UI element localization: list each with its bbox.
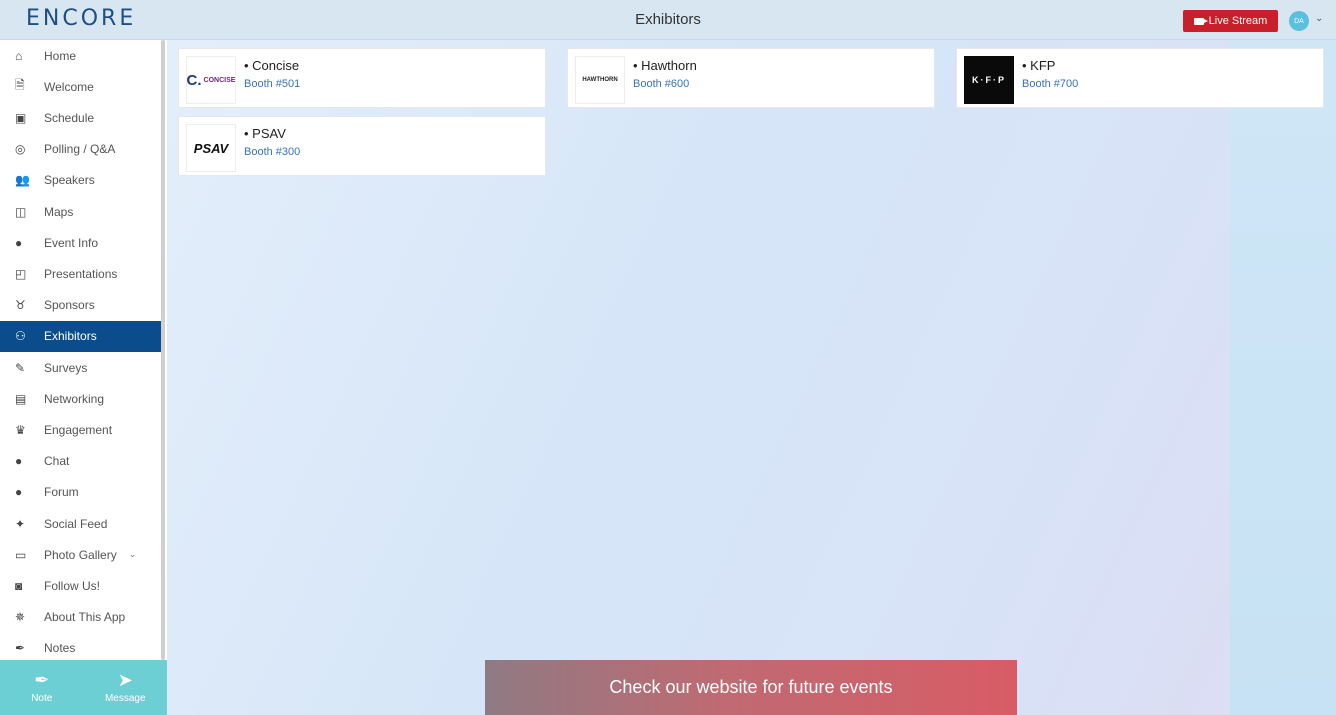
crown-icon: ♛ xyxy=(15,422,26,437)
medal-icon: ♉ xyxy=(15,298,26,313)
pen-icon: ✒ xyxy=(15,641,26,656)
sidebar-item-chat[interactable]: ● Chat xyxy=(0,446,163,477)
binoculars-icon: ⚇ xyxy=(15,329,26,344)
file-icon: ◰ xyxy=(15,266,27,281)
note-label: Note xyxy=(31,693,53,704)
sidebar-item-label: Exhibitors xyxy=(44,329,97,344)
exhibitor-name: • KFP xyxy=(1022,58,1056,73)
sidebar-item-label: Polling / Q&A xyxy=(44,142,116,157)
exhibitor-name: • Concise xyxy=(244,58,300,73)
sidebar-item-polling-q-a[interactable]: ◎ Polling / Q&A xyxy=(0,134,163,165)
twitter-icon: ✦ xyxy=(15,516,26,531)
top-header: ENCORE Exhibitors Live Stream DA ⌄ xyxy=(0,0,1336,40)
sidebar-item-label: Schedule xyxy=(44,110,95,125)
sidebar-item-follow-us[interactable]: ◙ Follow Us! xyxy=(0,570,163,601)
info-icon: ● xyxy=(15,235,23,250)
sidebar-item-label: Presentations xyxy=(44,266,118,281)
sidebar-item-label: Social Feed xyxy=(44,516,108,531)
sidebar-item-networking[interactable]: ▤ Networking xyxy=(0,383,163,414)
main-content: C. CONCISE • Concise Booth #501 HAWTHORN … xyxy=(167,40,1336,715)
sidebar-item-surveys[interactable]: ✎ Surveys xyxy=(0,352,163,383)
users-icon: 👥 xyxy=(15,173,30,188)
bottom-action-bar: ✒ Note ➤ Message xyxy=(0,660,167,715)
future-events-banner[interactable]: Check our website for future events xyxy=(485,660,1017,715)
sidebar-item-schedule[interactable]: ▣ Schedule xyxy=(0,102,163,133)
video-camera-icon xyxy=(1193,17,1208,25)
map-icon: ◫ xyxy=(15,204,27,219)
sidebar-item-presentations[interactable]: ◰ Presentations xyxy=(0,258,163,289)
exhibitor-booth[interactable]: Booth #501 xyxy=(244,78,300,90)
document-icon: 🗎 xyxy=(15,78,25,93)
forum-icon: ● xyxy=(15,485,23,500)
sidebar-item-speakers[interactable]: 👥 Speakers xyxy=(0,165,163,196)
sidebar-item-photo-gallery[interactable]: ▭ Photo Gallery ⌄ xyxy=(0,539,163,570)
sidebar-scrollbar[interactable] xyxy=(161,40,165,660)
sidebar-item-home[interactable]: ⌂ Home xyxy=(0,40,163,71)
calendar-icon: ▣ xyxy=(15,110,27,125)
right-strip xyxy=(1230,40,1336,715)
exhibitor-name: • PSAV xyxy=(244,126,286,141)
sidebar-item-label: Chat xyxy=(44,454,70,469)
sidebar-item-label: Surveys xyxy=(44,360,88,375)
page-title: Exhibitors xyxy=(635,11,701,28)
sidebar-item-exhibitors[interactable]: ⚇ Exhibitors xyxy=(0,320,163,352)
home-icon: ⌂ xyxy=(15,48,23,63)
sidebar-item-sponsors[interactable]: ♉ Sponsors xyxy=(0,290,163,321)
sidebar-item-welcome[interactable]: 🗎 Welcome xyxy=(0,71,163,102)
sidebar-item-label: Event Info xyxy=(44,235,99,250)
sidebar-item-label: Photo Gallery xyxy=(44,547,117,562)
sidebar-item-label: Networking xyxy=(44,391,105,406)
sidebar-item-label: Home xyxy=(44,48,77,63)
sidebar-item-event-info[interactable]: ● Event Info xyxy=(0,227,163,258)
sidebar-item-label: Engagement xyxy=(44,422,113,437)
sidebar-item-social-feed[interactable]: ✦ Social Feed xyxy=(0,508,163,539)
id-card-icon: ▤ xyxy=(15,391,27,406)
note-button[interactable]: ✒ Note xyxy=(0,660,84,715)
sidebar-item-label: Sponsors xyxy=(44,298,95,313)
monitor-icon: ▭ xyxy=(15,547,27,562)
concise-logo: C. CONCISE xyxy=(186,56,236,104)
sidebar-item-label: Forum xyxy=(44,485,79,500)
chevron-down-icon[interactable]: ⌄ xyxy=(129,549,137,560)
sidebar: ⌂ Home 🗎 Welcome ▣ Schedule ◎ Polling / Q&A 👥 Spe… xyxy=(0,40,167,715)
camera-icon: ◙ xyxy=(15,578,23,593)
kfp-logo: K·F·P xyxy=(964,56,1014,104)
psav-logo: PSAV xyxy=(186,124,236,172)
live-stream-label: Live Stream xyxy=(1208,15,1268,27)
sidebar-item-engagement[interactable]: ♛ Engagement xyxy=(0,414,163,445)
live-stream-button[interactable]: Live Stream xyxy=(1183,10,1278,32)
exhibitor-card-psav[interactable]: PSAV • PSAV Booth #300 xyxy=(178,116,546,176)
sidebar-item-maps[interactable]: ◫ Maps xyxy=(0,196,163,227)
sidebar-item-about-this-app[interactable]: ✵ About This App xyxy=(0,602,163,633)
hawthorn-logo: HAWTHORN xyxy=(575,56,625,104)
exhibitor-booth[interactable]: Booth #700 xyxy=(1022,78,1078,90)
chat-icon: ● xyxy=(15,454,23,469)
sidebar-item-forum[interactable]: ● Forum xyxy=(0,477,163,508)
sidebar-item-label: About This App xyxy=(44,610,126,625)
banner-text: Check our website for future events xyxy=(609,677,893,697)
avatar[interactable]: DA xyxy=(1289,11,1309,31)
exhibitor-booth[interactable]: Booth #600 xyxy=(633,78,689,90)
chevron-down-icon[interactable]: ⌄ xyxy=(1315,13,1323,24)
sidebar-item-label: Follow Us! xyxy=(44,578,101,593)
exhibitor-card-hawthorn[interactable]: HAWTHORN • Hawthorn Booth #600 xyxy=(567,48,935,108)
survey-icon: ✎ xyxy=(15,360,26,375)
exhibitor-name: • Hawthorn xyxy=(633,58,697,73)
sidebar-item-label: Maps xyxy=(44,204,74,219)
exhibitor-card-kfp[interactable]: K·F·P • KFP Booth #700 xyxy=(956,48,1324,108)
exhibitor-booth[interactable]: Booth #300 xyxy=(244,146,300,158)
message-label: Message xyxy=(104,693,146,704)
paper-plane-icon: ➤ xyxy=(117,670,133,690)
message-button[interactable]: ➤ Message xyxy=(84,660,168,715)
sidebar-item-label: Welcome xyxy=(44,79,94,94)
sidebar-item-label: Speakers xyxy=(44,173,95,188)
exhibitor-card-concise[interactable]: C. CONCISE • Concise Booth #501 xyxy=(178,48,546,108)
chat-poll-icon: ◎ xyxy=(15,142,26,157)
sidebar-item-label: Notes xyxy=(44,641,76,656)
feather-icon: ✒ xyxy=(34,670,50,690)
gear-icon: ✵ xyxy=(15,610,26,625)
